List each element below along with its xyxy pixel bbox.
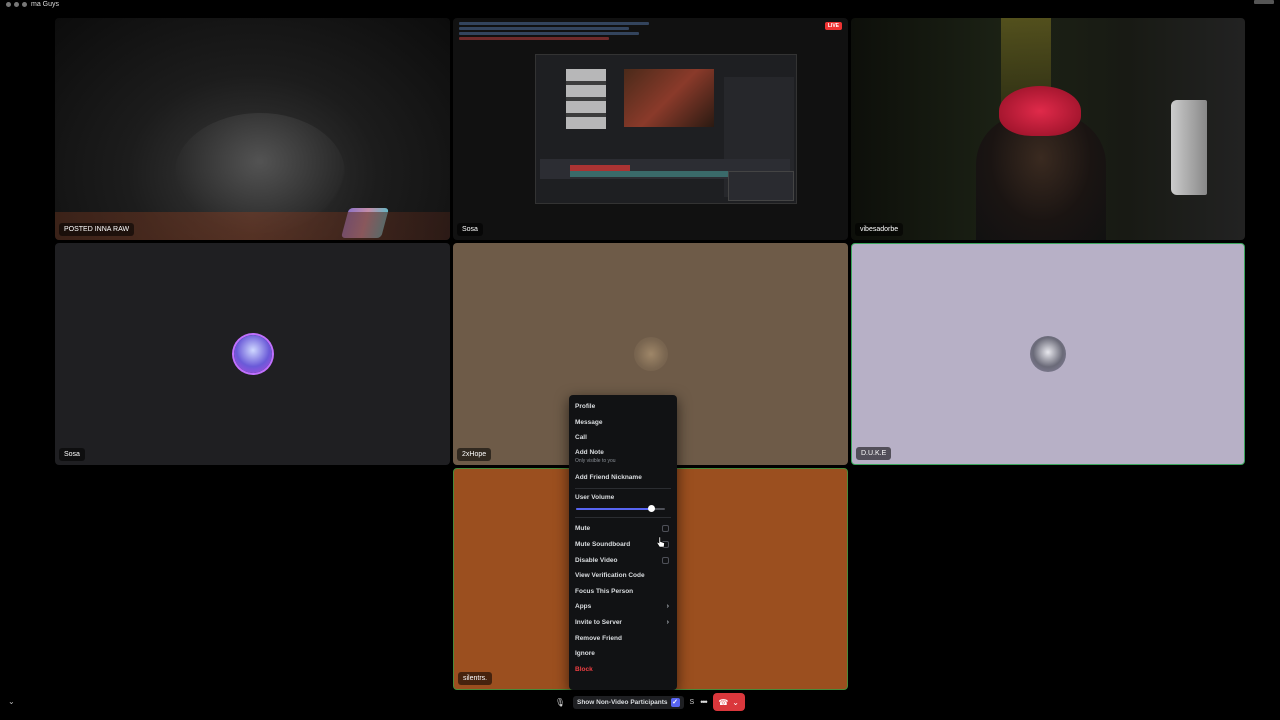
checkbox-icon[interactable]	[662, 556, 669, 564]
app-icon	[22, 1, 27, 7]
participant-name: vibesadorbe	[855, 223, 904, 236]
menu-item-label: Mute	[575, 525, 591, 533]
chevron-down-icon[interactable]: ⌄	[8, 697, 15, 706]
chevron-down-icon: ⌄	[732, 697, 739, 707]
control-label: S	[689, 698, 695, 706]
menu-item-label: Disable Video	[575, 556, 618, 564]
hint-popup	[728, 171, 794, 201]
menu-divider	[575, 517, 671, 519]
menu-item-label: Apps	[575, 603, 592, 611]
slider-handle[interactable]	[648, 505, 655, 513]
mic-icon[interactable]: 🎙	[553, 695, 567, 709]
more-icon[interactable]: •••	[700, 697, 708, 707]
app-icon	[6, 1, 11, 7]
pointer-cursor-icon	[656, 536, 665, 548]
participant-name: D.U.K.E	[856, 447, 892, 460]
slider-fill	[576, 508, 652, 511]
menu-item-subtext: Only visible to you	[575, 457, 616, 464]
chevron-right-icon: ›	[666, 618, 669, 626]
window-control[interactable]	[1254, 0, 1274, 4]
menu-item-block[interactable]: Block	[575, 662, 671, 678]
checkbox-icon[interactable]	[662, 525, 669, 533]
participant-tile[interactable]: POSTED INNA RAW	[55, 18, 450, 240]
titlebar-icons	[6, 1, 27, 7]
menu-item-profile[interactable]: Profile	[575, 399, 671, 415]
menu-item-ignore[interactable]: Ignore	[575, 646, 671, 662]
menu-item-view-verification-code[interactable]: View Verification Code	[575, 568, 671, 584]
media-thumbnails	[566, 69, 606, 129]
window-titlebar: ma Guys	[0, 0, 1280, 8]
call-controls: 🎙 Show Non-Video Participants ✓ S ••• ☎ …	[553, 692, 745, 712]
app-icon	[14, 1, 19, 7]
participant-name: Sosa	[457, 223, 483, 236]
menu-divider	[575, 488, 671, 490]
participant-tile[interactable]: Sosa	[55, 243, 450, 465]
disconnect-button[interactable]: ☎ ⌄	[712, 693, 745, 711]
user-volume-slider[interactable]	[575, 504, 671, 514]
menu-item-message[interactable]: Message	[575, 415, 671, 431]
hangup-icon: ☎	[718, 697, 729, 707]
participant-tile-stream[interactable]: LIVE Sosa	[453, 18, 848, 240]
participant-tile-speaking[interactable]: D.U.K.E	[851, 243, 1245, 465]
menu-item-invite-to-server[interactable]: Invite to Server ›	[575, 615, 671, 631]
menu-item-label: Invite to Server	[575, 618, 622, 626]
menu-item-call[interactable]: Call	[575, 430, 671, 446]
checkbox-icon[interactable]: ✓	[670, 697, 680, 707]
menu-item-remove-friend[interactable]: Remove Friend	[575, 631, 671, 647]
video-console	[1171, 100, 1207, 195]
shared-screen-editor	[535, 54, 797, 204]
menu-item-focus-this-person[interactable]: Focus This Person	[575, 584, 671, 600]
video-call-view: ma Guys POSTED INNA RAW LIVE Sosa vibesa…	[0, 0, 1280, 720]
show-non-video-label: Show Non-Video Participants	[577, 698, 668, 706]
menu-item-apps[interactable]: Apps ›	[575, 599, 671, 615]
avatar	[633, 337, 668, 371]
user-volume-label: User Volume	[575, 494, 615, 502]
video-subject-bonnet	[999, 86, 1081, 136]
chevron-right-icon: ›	[666, 603, 669, 611]
menu-item-label: Mute Soundboard	[575, 540, 631, 548]
menu-item-add-note[interactable]: Add Note Only visible to you	[575, 446, 671, 470]
avatar	[233, 335, 272, 373]
preview-video	[624, 69, 714, 127]
menu-item-label: Add Note	[575, 448, 604, 456]
menu-item-mute[interactable]: Mute	[575, 521, 671, 537]
participant-name: POSTED INNA RAW	[59, 223, 135, 236]
participant-name: 2xHope	[457, 448, 492, 461]
avatar	[1030, 336, 1066, 372]
participant-name: silentrs.	[458, 672, 493, 685]
show-non-video-toggle[interactable]: Show Non-Video Participants ✓	[573, 695, 684, 709]
menu-item-disable-video[interactable]: Disable Video	[575, 553, 671, 569]
participant-tile[interactable]: vibesadorbe	[851, 18, 1245, 240]
menu-item-add-friend-nickname[interactable]: Add Friend Nickname	[575, 470, 671, 486]
participant-name: Sosa	[59, 448, 85, 461]
live-badge: LIVE	[824, 22, 842, 30]
window-title: ma Guys	[31, 0, 60, 8]
stream-overlay-text	[459, 22, 659, 42]
